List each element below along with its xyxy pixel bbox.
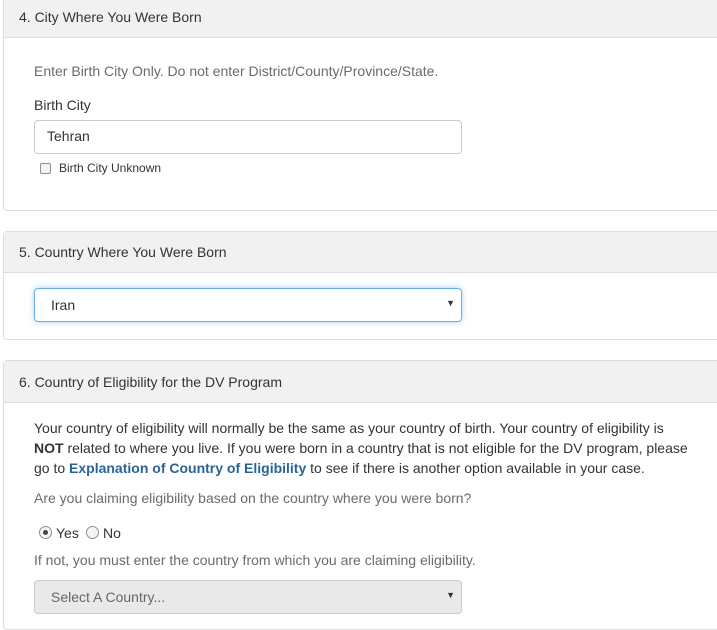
not-emphasis: NOT — [34, 440, 64, 456]
birth-country-select[interactable]: Iran ▼ — [34, 288, 462, 322]
no-radio-label: No — [103, 525, 121, 541]
eligibility-country-select[interactable]: Select A Country... ▼ — [34, 580, 462, 614]
chevron-down-icon: ▼ — [446, 590, 455, 600]
explanation-country-eligibility-link[interactable]: Explanation of Country of Eligibility — [69, 460, 306, 476]
birth-city-unknown-checkbox[interactable] — [40, 163, 51, 174]
eligibility-explanation: Your country of eligibility will normall… — [34, 418, 704, 478]
eligibility-text-line-3-rest: to see if there is another option availa… — [306, 460, 645, 476]
chevron-down-icon: ▼ — [446, 298, 455, 308]
eligibility-question: Are you claiming eligibility based on th… — [34, 490, 472, 506]
yes-radio-label: Yes — [56, 525, 79, 541]
birth-city-heading: 4. City Where You Were Born — [4, 0, 717, 38]
birth-city-help-text: Enter Birth City Only. Do not enter Dist… — [34, 63, 439, 79]
eligibility-text-line-2-rest: related to where you live. If you were b… — [63, 440, 688, 456]
eligibility-text-line-3: go to Explanation of Country of Eligibil… — [34, 458, 704, 478]
birth-city-panel: 4. City Where You Were Born Enter Birth … — [3, 0, 717, 211]
no-radio[interactable] — [86, 526, 99, 539]
birth-country-selected-value: Iran — [51, 297, 76, 313]
eligibility-text-line-2: NOT related to where you live. If you we… — [34, 438, 704, 458]
birth-country-panel: 5. Country Where You Were Born Iran ▼ — [3, 231, 717, 340]
eligibility-go-to-text: go to — [34, 460, 70, 476]
eligibility-text-line-1: Your country of eligibility will normall… — [34, 420, 664, 436]
birth-country-heading: 5. Country Where You Were Born — [4, 232, 717, 273]
birth-city-input[interactable]: Tehran — [34, 120, 462, 154]
if-not-instruction: If not, you must enter the country from … — [34, 552, 476, 568]
eligibility-country-placeholder: Select A Country... — [51, 589, 166, 605]
eligibility-heading: 6. Country of Eligibility for the DV Pro… — [4, 361, 717, 403]
eligibility-panel: 6. Country of Eligibility for the DV Pro… — [3, 360, 717, 630]
yes-radio[interactable] — [39, 526, 52, 539]
birth-city-label: Birth City — [34, 97, 91, 113]
birth-city-unknown-label: Birth City Unknown — [59, 161, 162, 175]
